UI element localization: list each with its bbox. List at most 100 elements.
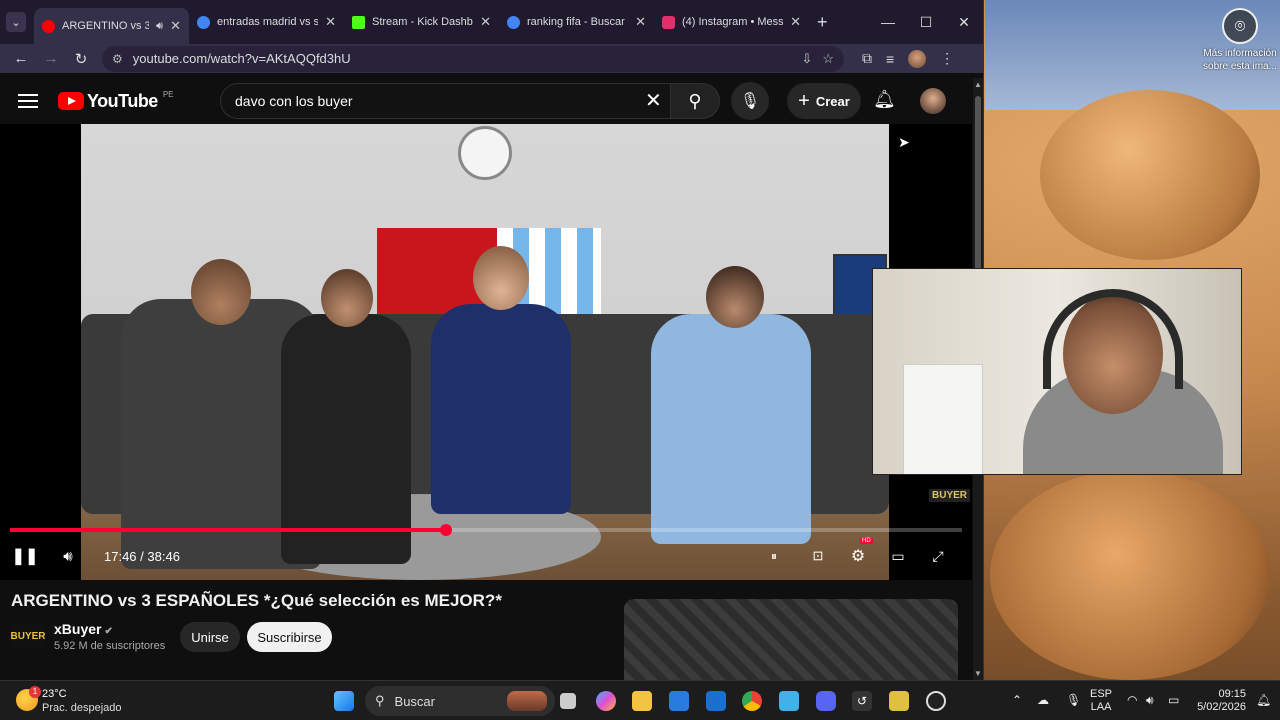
tab-title: entradas madrid vs se: [217, 16, 319, 28]
autoplay-toggle-icon[interactable]: ⏸: [763, 542, 785, 570]
wallpaper-rock: [1040, 90, 1260, 260]
wifi-icon[interactable]: ◠: [1127, 693, 1137, 707]
extensions-icon[interactable]: ⧉: [862, 50, 872, 67]
create-button[interactable]: + Crear: [787, 83, 861, 119]
onedrive-icon[interactable]: ☁: [1037, 693, 1049, 707]
obs-icon[interactable]: [926, 691, 946, 711]
search-input[interactable]: davo con los buyer: [220, 83, 675, 119]
scroll-down-icon[interactable]: ▼: [974, 669, 982, 678]
scroll-up-icon[interactable]: ▲: [974, 80, 982, 89]
audio-playing-icon[interactable]: 🔊︎: [156, 20, 163, 33]
subscribe-button[interactable]: Suscribirse: [247, 622, 332, 652]
pause-icon[interactable]: ❚❚: [12, 542, 39, 570]
copilot-icon[interactable]: [596, 691, 616, 711]
channel-name[interactable]: xBuyer ✔: [54, 621, 113, 637]
join-button[interactable]: Unirse: [180, 622, 240, 652]
clock-time: 09:15: [1218, 688, 1246, 700]
tab-bar: ⌄ ARGENTINO vs 3 🔊︎ ✕ entradas madrid vs…: [0, 0, 983, 44]
browser-profile-avatar[interactable]: [908, 49, 927, 68]
app-icon[interactable]: [889, 691, 909, 711]
app-icon[interactable]: ↺: [852, 691, 872, 711]
media-control-icon[interactable]: ≡: [886, 51, 894, 67]
video-frame[interactable]: [81, 124, 889, 580]
fullscreen-icon[interactable]: ⤢: [926, 542, 950, 570]
task-view-icon[interactable]: [560, 693, 576, 709]
window-close-icon[interactable]: ✕: [945, 14, 983, 31]
install-app-icon[interactable]: ⇩: [801, 51, 812, 67]
tab-close-icon[interactable]: ✕: [325, 14, 336, 30]
clock[interactable]: 09:15 5/02/2026: [1196, 688, 1246, 714]
duration: 38:46: [147, 548, 180, 564]
tab-close-icon[interactable]: ✕: [790, 14, 801, 30]
reload-icon[interactable]: ↻: [66, 50, 96, 68]
chrome-icon[interactable]: [742, 691, 762, 711]
weather-temperature[interactable]: 23°C: [42, 688, 67, 700]
channel-watermark[interactable]: BUYER: [929, 489, 971, 502]
new-tab-icon[interactable]: +: [817, 12, 828, 33]
kick-favicon-icon: [352, 15, 365, 29]
notepad-icon[interactable]: [779, 691, 799, 711]
back-icon[interactable]: ←: [6, 50, 36, 67]
url-text[interactable]: youtube.com/watch?v=AKtAQQfd3hU: [133, 51, 792, 66]
search-button[interactable]: ⚲: [670, 83, 720, 119]
tab-ranking-fifa[interactable]: ranking fifa - Buscar c ✕: [499, 6, 654, 38]
notifications-bell-icon[interactable]: 🔔︎: [873, 89, 896, 110]
browser-window: ⌄ ARGENTINO vs 3 🔊︎ ✕ entradas madrid vs…: [0, 0, 984, 680]
address-bar[interactable]: ⚙ youtube.com/watch?v=AKtAQQfd3hU ⇩ ☆: [102, 45, 844, 72]
outlook-icon[interactable]: [706, 691, 726, 711]
tab-entradas[interactable]: entradas madrid vs se ✕: [189, 6, 344, 38]
tab-close-icon[interactable]: ✕: [635, 14, 646, 30]
file-explorer-icon[interactable]: [632, 691, 652, 711]
shelf-image: [903, 364, 983, 474]
notifications-icon[interactable]: 🔔︎: [1256, 693, 1271, 707]
settings-gear-icon[interactable]: ⚙ HD: [846, 538, 873, 570]
instagram-favicon-icon: [662, 15, 675, 29]
language-indicator[interactable]: ESP LAA: [1090, 688, 1112, 714]
voice-search-button[interactable]: 🎙︎: [731, 82, 769, 120]
maximize-icon[interactable]: ☐: [907, 14, 945, 31]
browser-menu-icon[interactable]: ⋮: [940, 50, 954, 67]
site-info-icon[interactable]: ⚙: [112, 52, 123, 66]
forward-icon[interactable]: →: [36, 50, 66, 67]
tab-close-icon[interactable]: ✕: [480, 14, 491, 30]
person-image: [651, 266, 811, 544]
tab-search-icon[interactable]: ⌄: [6, 12, 26, 32]
language-code: ESP: [1090, 688, 1113, 700]
progress-bar[interactable]: [10, 524, 962, 536]
microsoft-store-icon[interactable]: [669, 691, 689, 711]
bookmark-star-icon[interactable]: ☆: [822, 51, 834, 67]
headset-image: [1043, 289, 1183, 389]
weather-badge: 1: [29, 686, 41, 698]
current-time: 17:46: [104, 548, 137, 564]
tab-youtube[interactable]: ARGENTINO vs 3 🔊︎ ✕: [34, 8, 189, 44]
camera-info-icon[interactable]: ⌾: [1222, 8, 1258, 44]
clear-search-icon[interactable]: ✕: [645, 88, 662, 113]
channel-name-text[interactable]: xBuyer: [54, 621, 101, 637]
speaker-icon[interactable]: 🔊︎: [1146, 693, 1154, 708]
progress-scrubber[interactable]: [440, 524, 453, 536]
taskbar-search-label: Buscar: [394, 693, 435, 709]
wallpaper-info-text[interactable]: Más información sobre esta ima...: [1200, 47, 1280, 73]
video-player[interactable]: BUYER ❚❚ 🔊︎ 17:46 / 38:46 ⏸ ⊡ ⚙ HD ▭ ⤢: [0, 124, 972, 580]
taskbar-search[interactable]: ⚲ Buscar: [365, 686, 555, 716]
tab-instagram[interactable]: (4) Instagram • Mess ✕: [654, 6, 809, 38]
volume-icon[interactable]: 🔊︎: [56, 542, 80, 570]
microphone-icon[interactable]: 🎙︎: [1066, 693, 1081, 707]
battery-icon[interactable]: ▭: [1168, 693, 1179, 707]
youtube-logo[interactable]: YouTube PE: [58, 90, 174, 112]
account-avatar[interactable]: [920, 88, 946, 114]
tab-kick[interactable]: Stream - Kick Dashbo ✕: [344, 6, 499, 38]
theater-mode-icon[interactable]: ▭: [886, 542, 910, 570]
weather-description[interactable]: Prac. despejado: [42, 702, 122, 714]
side-panel-card[interactable]: [624, 599, 958, 680]
minimize-icon[interactable]: —: [869, 14, 907, 30]
subtitles-icon[interactable]: ⊡: [806, 542, 830, 570]
hd-badge: HD: [860, 538, 873, 544]
windows-start-icon[interactable]: [334, 691, 354, 711]
discord-icon[interactable]: [816, 691, 836, 711]
channel-avatar[interactable]: BUYER: [11, 625, 46, 647]
show-hidden-icons[interactable]: ⌃: [1012, 693, 1022, 707]
menu-icon[interactable]: [18, 90, 38, 112]
tab-close-icon[interactable]: ✕: [170, 18, 181, 34]
address-bar-row: ← → ↻ ⚙ youtube.com/watch?v=AKtAQQfd3hU …: [0, 44, 983, 73]
